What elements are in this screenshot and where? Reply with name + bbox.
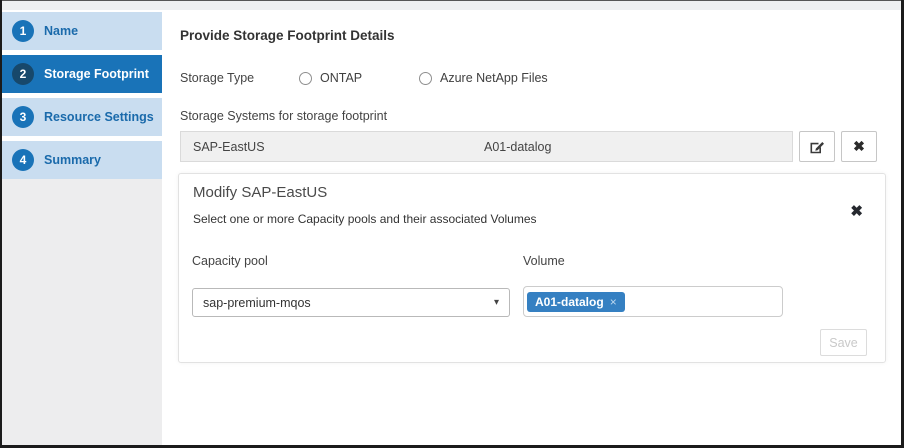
- storage-type-row: Storage Type ONTAP Azure NetApp Files: [180, 70, 892, 86]
- capacity-pool-select[interactable]: sap-premium-mqos ▾: [192, 288, 510, 317]
- volume-label: Volume: [523, 254, 565, 268]
- remove-icon: ✖: [853, 138, 865, 154]
- system-name-cell: SAP-EastUS: [193, 139, 265, 154]
- page-title: Provide Storage Footprint Details: [180, 28, 395, 43]
- radio-label: Azure NetApp Files: [440, 71, 548, 85]
- step-label: Storage Footprint: [44, 67, 149, 81]
- radio-option-ontap[interactable]: ONTAP: [299, 71, 419, 85]
- wizard-window: 1 Name 2 Storage Footprint 3 Resource Se…: [0, 0, 904, 448]
- radio-button-icon[interactable]: [419, 71, 432, 85]
- volume-chip: A01-datalog ×: [527, 291, 625, 312]
- capacity-pool-selected-value: sap-premium-mqos: [203, 295, 311, 310]
- step-number-badge: 2: [12, 63, 34, 85]
- step-label: Resource Settings: [44, 110, 154, 124]
- window-border-left: [0, 0, 2, 448]
- radio-button-icon[interactable]: [299, 71, 312, 85]
- modal-title: Modify SAP-EastUS: [193, 184, 328, 201]
- storage-system-row[interactable]: SAP-EastUS A01-datalog: [180, 131, 793, 162]
- step-label: Summary: [44, 153, 101, 167]
- sidebar-step-summary[interactable]: 4 Summary: [2, 141, 162, 179]
- sidebar-step-storage-footprint[interactable]: 2 Storage Footprint: [2, 55, 162, 93]
- close-icon[interactable]: ✖: [850, 204, 863, 219]
- step-content: Provide Storage Footprint Details Storag…: [180, 0, 892, 162]
- wizard-steps-sidebar: 1 Name 2 Storage Footprint 3 Resource Se…: [2, 12, 162, 184]
- sidebar-step-name[interactable]: 1 Name: [2, 12, 162, 50]
- chip-remove-icon[interactable]: ×: [610, 295, 617, 309]
- sidebar-step-resource-settings[interactable]: 3 Resource Settings: [2, 98, 162, 136]
- storage-type-label: Storage Type: [180, 71, 255, 85]
- storage-system-row-wrap: SAP-EastUS A01-datalog ✖: [180, 131, 892, 162]
- step-label: Name: [44, 24, 79, 38]
- modify-storage-panel: Modify SAP-EastUS Select one or more Cap…: [178, 173, 886, 363]
- volume-chip-label: A01-datalog: [535, 294, 604, 309]
- volume-input[interactable]: A01-datalog ×: [523, 286, 783, 317]
- edit-icon: [810, 141, 824, 153]
- chevron-down-icon: ▾: [493, 297, 499, 308]
- storage-systems-label: Storage Systems for storage footprint: [180, 109, 388, 123]
- step-number-badge: 1: [12, 20, 34, 42]
- radio-option-azure-netapp-files[interactable]: Azure NetApp Files: [419, 71, 548, 85]
- capacity-pool-label: Capacity pool: [192, 254, 268, 268]
- radio-label: ONTAP: [320, 71, 363, 85]
- sidebar-filler: [2, 179, 162, 445]
- step-number-badge: 3: [12, 106, 34, 128]
- modal-subtitle: Select one or more Capacity pools and th…: [193, 212, 537, 226]
- edit-system-button[interactable]: [799, 131, 835, 162]
- system-volume-cell: A01-datalog: [484, 139, 552, 154]
- remove-system-button[interactable]: ✖: [841, 131, 877, 162]
- save-button[interactable]: Save: [820, 329, 867, 356]
- step-number-badge: 4: [12, 149, 34, 171]
